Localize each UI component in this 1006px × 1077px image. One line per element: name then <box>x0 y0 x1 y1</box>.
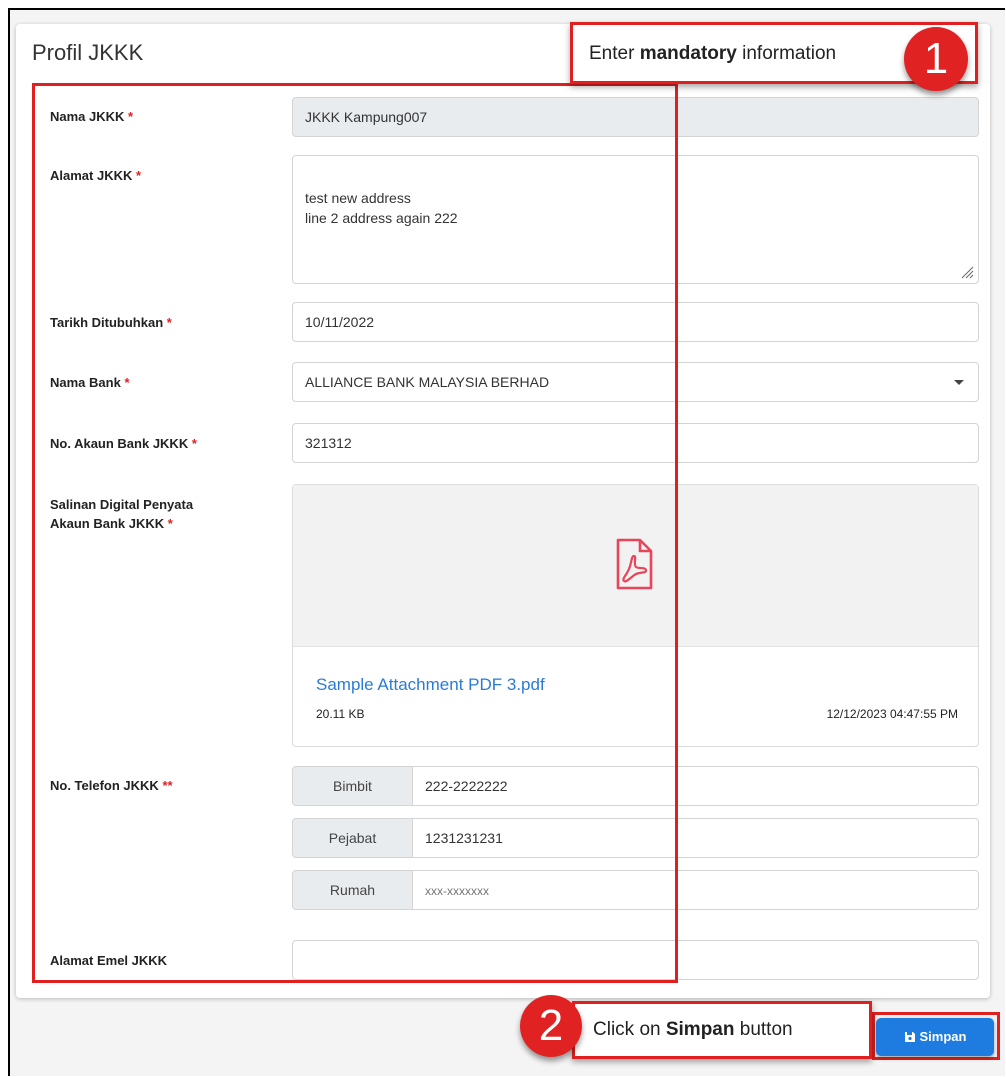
akaun-label: No. Akaun Bank JKKK * <box>50 434 197 453</box>
alamat-textarea[interactable]: test new address line 2 address again 22… <box>292 155 979 284</box>
required-marker: ** <box>162 778 173 793</box>
salinan-label-line2: Akaun Bank JKKK <box>50 516 165 531</box>
tarikh-value: 10/11/2022 <box>305 314 375 330</box>
callout-1-text-after: information <box>736 43 837 64</box>
emel-label-text: Alamat Emel JKKK <box>50 953 168 968</box>
floppy-disk-icon <box>904 1032 915 1042</box>
akaun-value: 321312 <box>305 435 352 451</box>
attachment-date: 12/12/2023 04:47:55 PM <box>826 707 958 721</box>
bimbit-addon: Bimbit <box>292 766 413 806</box>
salinan-label-line1: Salinan Digital Penyata <box>50 497 194 512</box>
akaun-input[interactable]: 321312 <box>292 423 979 463</box>
bank-label-text: Nama Bank <box>50 375 121 390</box>
telefon-label: No. Telefon JKKK ** <box>50 776 173 795</box>
required-marker: * <box>128 109 134 124</box>
required-marker: * <box>166 315 172 330</box>
nama-label-text: Nama JKKK <box>50 109 125 124</box>
telefon-label-text: No. Telefon JKKK <box>50 778 159 793</box>
rumah-addon: Rumah <box>292 870 413 910</box>
page-edge <box>0 0 8 1077</box>
pejabat-input-group: Pejabat 1231231231 <box>292 818 979 858</box>
required-marker: * <box>191 436 197 451</box>
callout-1-text-before: Enter <box>589 43 640 64</box>
save-button-label: Simpan <box>919 1029 967 1044</box>
save-button[interactable]: Simpan <box>876 1018 994 1056</box>
alamat-label-text: Alamat JKKK <box>50 168 133 183</box>
step-2-badge: 2 <box>520 995 582 1057</box>
akaun-label-text: No. Akaun Bank JKKK <box>50 436 189 451</box>
bimbit-value: 222-2222222 <box>425 778 508 794</box>
rumah-input[interactable]: xxx-xxxxxxx <box>412 870 979 910</box>
emel-label: Alamat Emel JKKK <box>50 951 167 970</box>
required-marker: * <box>167 516 173 531</box>
salinan-label: Salinan Digital Penyata Akaun Bank JKKK … <box>50 495 193 533</box>
attachment-preview[interactable] <box>293 485 978 647</box>
step-1-badge: 1 <box>904 27 968 91</box>
pejabat-input[interactable]: 1231231231 <box>412 818 979 858</box>
callout-1-text-bold: mandatory <box>639 43 737 64</box>
bank-value: ALLIANCE BANK MALAYSIA BERHAD <box>305 374 550 390</box>
required-marker: * <box>124 375 130 390</box>
bimbit-input-group: Bimbit 222-2222222 <box>292 766 979 806</box>
bank-select[interactable]: ALLIANCE BANK MALAYSIA BERHAD <box>292 362 979 402</box>
attachment-link[interactable]: Sample Attachment PDF 3.pdf <box>316 675 545 695</box>
alamat-value: test new address line 2 address again 22… <box>305 190 458 226</box>
bimbit-input[interactable]: 222-2222222 <box>412 766 979 806</box>
rumah-placeholder: xxx-xxxxxxx <box>425 884 489 898</box>
pejabat-value: 1231231231 <box>425 830 503 846</box>
required-marker: * <box>135 168 142 183</box>
attachment-size: 20.11 KB <box>316 707 365 721</box>
callout-2-text-bold: Simpan <box>665 1019 735 1040</box>
tarikh-date-input[interactable]: 10/11/2022 <box>292 302 979 342</box>
bank-label: Nama Bank * <box>50 373 130 392</box>
nama-field[interactable]: JKKK Kampung007 <box>292 97 979 137</box>
pejabat-addon: Pejabat <box>292 818 413 858</box>
nama-label: Nama JKKK * <box>50 107 133 126</box>
pdf-icon <box>616 538 653 590</box>
page-title: Profil JKKK <box>32 40 144 65</box>
attachment-card: Sample Attachment PDF 3.pdf 20.11 KB 12/… <box>292 484 979 747</box>
callout-2-text-after: button <box>734 1019 793 1040</box>
callout-2-text-before: Click on <box>593 1019 666 1040</box>
resize-grip-icon[interactable] <box>960 265 974 279</box>
chevron-down-icon <box>954 380 964 385</box>
tarikh-label-text: Tarikh Ditubuhkan <box>50 315 164 330</box>
alamat-label: Alamat JKKK * <box>50 166 141 185</box>
emel-input[interactable] <box>292 940 979 980</box>
callout-step-2: Click on Simpan button <box>572 1001 872 1059</box>
nama-value: JKKK Kampung007 <box>305 109 428 125</box>
tarikh-label: Tarikh Ditubuhkan * <box>50 313 172 332</box>
rumah-input-group: Rumah xxx-xxxxxxx <box>292 870 979 910</box>
